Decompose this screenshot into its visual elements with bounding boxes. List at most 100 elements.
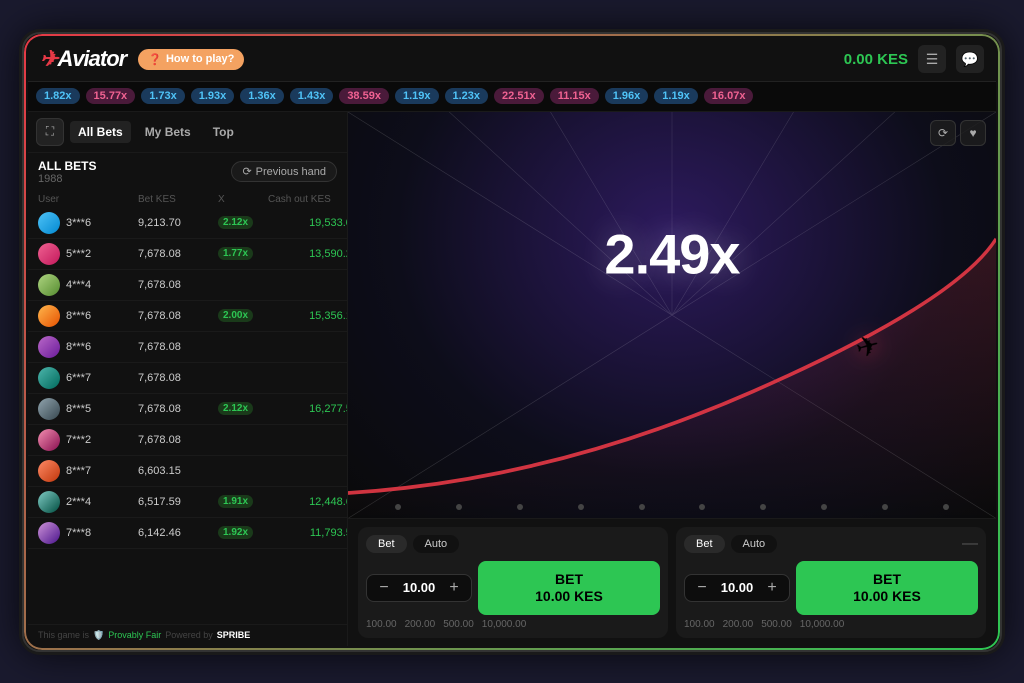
refresh-button[interactable]: ⟳: [930, 120, 956, 146]
bet-presets-2: 100.00 200.00 500.00 10,000.00: [684, 619, 978, 630]
multiplier-badge[interactable]: 1.96x: [605, 88, 649, 104]
menu-button[interactable]: ☰: [918, 45, 946, 73]
graph-dot: [882, 504, 888, 510]
multiplier-badge[interactable]: 11.15x: [550, 88, 599, 104]
username: 8***6: [66, 310, 91, 322]
bet-tab-2-bet[interactable]: Bet: [684, 535, 725, 553]
bet-decrease-1[interactable]: −: [375, 579, 393, 597]
bets-count: 1988: [38, 173, 96, 185]
multiplier-badge[interactable]: 22.51x: [494, 88, 544, 104]
app-logo: ✈Aviator: [40, 46, 126, 72]
bet-tab-1-auto[interactable]: Auto: [413, 535, 460, 553]
table-row: 8***76,603.15: [28, 456, 347, 487]
tab-my-bets[interactable]: My Bets: [137, 121, 199, 143]
preset-500-2[interactable]: 500.00: [761, 619, 792, 630]
bet-amount: 9,213.70: [138, 217, 218, 229]
avatar: [38, 336, 60, 358]
bet-amount: 7,678.08: [138, 310, 218, 322]
spribe-label: SPRIBE: [217, 630, 251, 640]
footer-bar: This game is 🛡️ Provably Fair Powered by…: [28, 624, 347, 646]
graph-dot: [456, 504, 462, 510]
username: 3***6: [66, 217, 91, 229]
username: 7***8: [66, 527, 91, 539]
bet-amount: 7,678.08: [138, 372, 218, 384]
preset-100[interactable]: 100.00: [366, 619, 397, 630]
table-row: 3***69,213.702.12x19,533.04: [28, 208, 347, 239]
header: ✈Aviator ❓ How to play? 0.00 KES ☰ 💬: [28, 38, 996, 82]
preset-200-2[interactable]: 200.00: [723, 619, 754, 630]
cashout-amount: 12,448.60: [268, 496, 347, 508]
expand-button[interactable]: ⛶: [36, 118, 64, 146]
multiplier-badge[interactable]: 1.82x: [36, 88, 80, 104]
bet-tab-1-bet[interactable]: Bet: [366, 535, 407, 553]
avatar: [38, 305, 60, 327]
bet-amount-1: 10.00: [401, 580, 437, 595]
how-to-play-button[interactable]: ❓ How to play?: [138, 49, 244, 70]
multiplier-badge[interactable]: 15.77x: [86, 88, 136, 104]
multiplier-badge[interactable]: 16.07x: [704, 88, 754, 104]
preset-10000[interactable]: 10,000.00: [482, 619, 527, 630]
cashout-amount: 13,590.21: [268, 248, 347, 260]
game-area: 2.49x ✈ ⟳ ♥: [348, 112, 996, 518]
expand-icon: ⛶: [46, 124, 54, 139]
tab-all-bets[interactable]: All Bets: [70, 121, 131, 143]
username: 8***5: [66, 403, 91, 415]
bet-increase-1[interactable]: +: [445, 579, 463, 597]
multiplier-badge[interactable]: 1.93x: [191, 88, 235, 104]
tab-top[interactable]: Top: [205, 121, 242, 143]
bet-stepper-1: − 10.00 +: [366, 574, 472, 602]
avatar: [38, 429, 60, 451]
shield-icon: 🛡️: [93, 630, 104, 641]
col-bet: Bet KES: [138, 194, 218, 205]
game-graph: [348, 112, 996, 518]
bet-amount: 7,678.08: [138, 403, 218, 415]
bet-multiplier: 2.12x: [218, 216, 253, 229]
tabs-row: ⛶ All Bets My Bets Top: [28, 112, 347, 153]
bet-amount-2: 10.00: [719, 580, 755, 595]
multiplier-history-bar: 1.82x 15.77x 1.73x 1.93x 1.36x 1.43x 38.59x 1.1…: [28, 82, 996, 112]
graph-dot: [943, 504, 949, 510]
balance-display: 0.00 KES: [844, 51, 908, 68]
cashout-amount: 15,356.17: [268, 310, 347, 322]
username: 2***4: [66, 496, 91, 508]
multiplier-badge[interactable]: 1.19x: [395, 88, 439, 104]
bet-panels: Bet Auto − 10.00 + BET 10.00 KES: [348, 518, 996, 646]
multiplier-badge[interactable]: 1.43x: [290, 88, 334, 104]
bet-panel-2: Bet Auto — − 10.00 + BET: [676, 527, 986, 638]
multiplier-badge[interactable]: 38.59x: [339, 88, 389, 104]
avatar: [38, 460, 60, 482]
bet-multiplier: 1.77x: [218, 247, 253, 260]
table-row: 6***77,678.08: [28, 363, 347, 394]
bets-label-group: ALL BETS 1988: [38, 159, 96, 185]
username: 4***4: [66, 279, 91, 291]
bet-input-row-1: − 10.00 + BET 10.00 KES: [366, 561, 660, 615]
username: 5***2: [66, 248, 91, 260]
bet-tab-2-auto[interactable]: Auto: [731, 535, 778, 553]
panel-dash[interactable]: —: [962, 535, 978, 553]
bet-multiplier: 2.00x: [218, 309, 253, 322]
graph-dot: [760, 504, 766, 510]
multiplier-badge[interactable]: 1.23x: [445, 88, 489, 104]
graph-dots: [348, 504, 996, 510]
bet-increase-2[interactable]: +: [763, 579, 781, 597]
table-row: 4***47,678.08: [28, 270, 347, 301]
multiplier-badge[interactable]: 1.19x: [654, 88, 698, 104]
bet-button-2[interactable]: BET 10.00 KES: [796, 561, 978, 615]
avatar: [38, 212, 60, 234]
column-headers: User Bet KES X Cash out KES: [28, 191, 347, 208]
graph-dot: [517, 504, 523, 510]
right-panel: 2.49x ✈ ⟳ ♥: [348, 112, 996, 646]
bet-decrease-2[interactable]: −: [693, 579, 711, 597]
preset-10000-2[interactable]: 10,000.00: [800, 619, 845, 630]
multiplier-badge[interactable]: 1.73x: [141, 88, 185, 104]
multiplier-badge[interactable]: 1.36x: [240, 88, 284, 104]
bet-button-1[interactable]: BET 10.00 KES: [478, 561, 660, 615]
heart-button[interactable]: ♥: [960, 120, 986, 146]
preset-500[interactable]: 500.00: [443, 619, 474, 630]
chat-button[interactable]: 💬: [956, 45, 984, 73]
previous-hand-button[interactable]: ⟳ Previous hand: [231, 161, 337, 182]
preset-200[interactable]: 200.00: [405, 619, 436, 630]
bet-input-row-2: − 10.00 + BET 10.00 KES: [684, 561, 978, 615]
preset-100-2[interactable]: 100.00: [684, 619, 715, 630]
username: 8***7: [66, 465, 91, 477]
